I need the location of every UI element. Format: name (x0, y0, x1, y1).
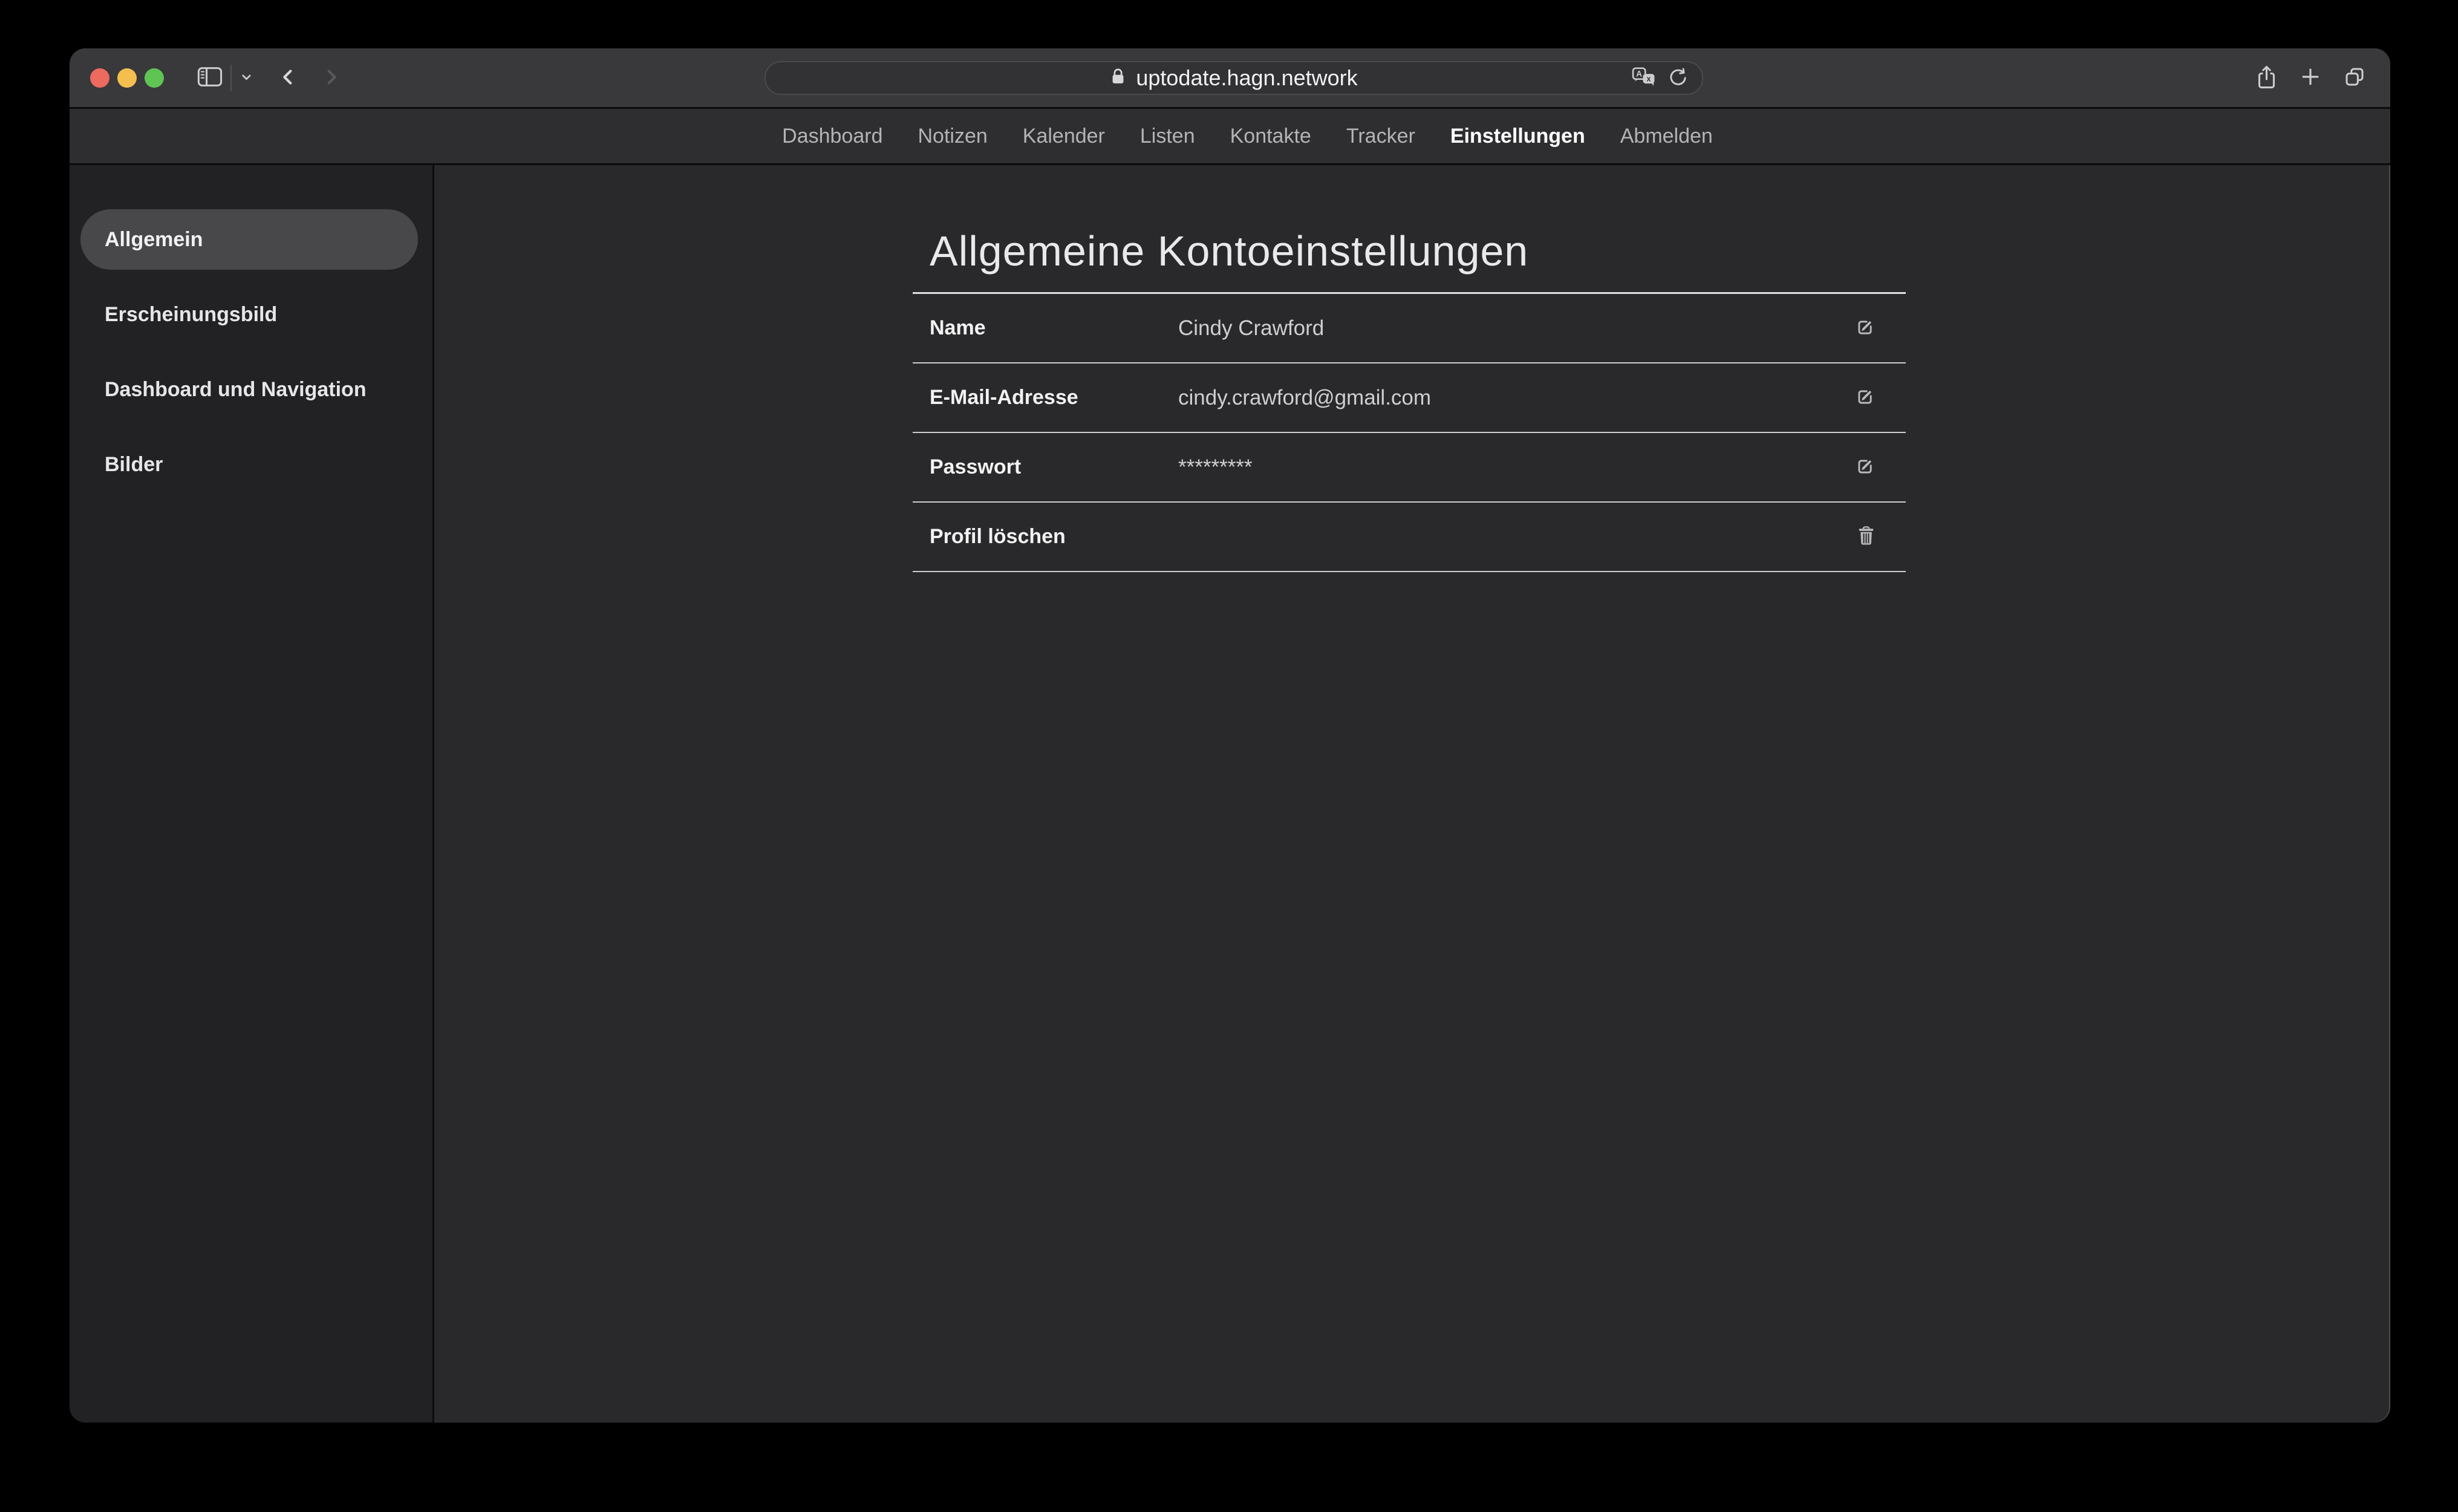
nav-item[interactable]: Tracker (1346, 125, 1415, 148)
zoom-button[interactable] (145, 68, 164, 88)
sidebar-item[interactable]: Dashboard und Navigation (80, 359, 418, 420)
trash-icon (1857, 526, 1876, 548)
row-label: Passwort (913, 455, 1178, 479)
back-icon (277, 66, 299, 90)
minimize-button[interactable] (117, 68, 137, 88)
toolbar-divider (230, 65, 232, 91)
address-bar-actions: A x (1631, 62, 1689, 94)
edit-button[interactable] (1854, 456, 1876, 479)
nav-item[interactable]: Kontakte (1230, 125, 1311, 148)
back-button[interactable] (277, 66, 299, 90)
plus-icon (2299, 65, 2322, 90)
svg-text:A: A (1636, 70, 1642, 79)
row-label: Profil löschen (913, 525, 1178, 549)
close-button[interactable] (90, 68, 109, 88)
new-tab-button[interactable] (2299, 65, 2322, 90)
forward-button[interactable] (320, 66, 342, 90)
page-title: Allgemeine Kontoeinstellungen (930, 226, 2390, 276)
settings-main: Allgemeine Kontoeinstellungen Name Cindy… (434, 165, 2390, 1422)
delete-button[interactable] (1857, 526, 1876, 548)
browser-toolbar: uptodate.hagn.network A x (70, 48, 2390, 109)
share-button[interactable] (2254, 64, 2279, 93)
url-text: uptodate.hagn.network (1136, 65, 1357, 91)
edit-button[interactable] (1854, 317, 1876, 340)
edit-icon (1854, 386, 1876, 409)
settings-table: Name Cindy Crawford (913, 292, 1906, 572)
nav-item[interactable]: Abmelden (1620, 125, 1713, 148)
settings-row: Profil löschen (913, 503, 1906, 572)
chevron-down-icon (239, 70, 254, 86)
sidebar-item[interactable]: Erscheinungsbild (80, 284, 418, 345)
tab-overview-icon (2342, 65, 2367, 91)
sidebar-toggle-icon (197, 65, 223, 90)
share-icon (2254, 64, 2279, 93)
row-label: Name (913, 316, 1178, 340)
row-value: cindy.crawford@gmail.com (1178, 386, 1854, 410)
tab-overview-button[interactable] (2342, 65, 2367, 91)
row-label: E-Mail-Adresse (913, 386, 1178, 409)
page-content: Allgemein Erscheinungsbild Dashboard und… (70, 165, 2390, 1422)
row-value: ********* (1178, 455, 1854, 480)
sidebar-toggle-button[interactable] (197, 65, 223, 90)
nav-item[interactable]: Notizen (918, 125, 987, 148)
row-value: Cindy Crawford (1178, 316, 1854, 341)
sidebar-item[interactable]: Bilder (80, 434, 418, 495)
sidebar-chevron-button[interactable] (239, 70, 254, 86)
reload-icon (1667, 67, 1689, 90)
edit-icon (1854, 456, 1876, 479)
site-navbar: Dashboard Notizen Kalender Listen Kontak… (70, 109, 2390, 165)
window-controls (90, 68, 164, 88)
settings-row: Passwort ********* (913, 433, 1906, 503)
settings-row: E-Mail-Adresse cindy.crawford@gmail.com (913, 363, 1906, 433)
edit-icon (1854, 317, 1876, 340)
reload-button[interactable] (1667, 67, 1689, 90)
settings-sidebar: Allgemein Erscheinungsbild Dashboard und… (70, 165, 434, 1422)
nav-item[interactable]: Listen (1140, 125, 1195, 148)
translate-icon: A x (1631, 66, 1657, 90)
forward-icon (320, 66, 342, 90)
nav-item[interactable]: Dashboard (782, 125, 882, 148)
settings-row: Name Cindy Crawford (913, 294, 1906, 363)
lock-icon (1110, 67, 1126, 90)
address-bar[interactable]: uptodate.hagn.network A x (764, 61, 1703, 95)
nav-item[interactable]: Einstellungen (1450, 125, 1585, 148)
sidebar-item[interactable]: Allgemein (80, 209, 418, 270)
toolbar-right-actions (2254, 48, 2367, 107)
svg-text:x: x (1646, 74, 1651, 83)
desktop-background: { "theme": { "window_bg": "#29292b", "to… (0, 0, 2458, 1512)
browser-window: uptodate.hagn.network A x (70, 48, 2390, 1422)
nav-item[interactable]: Kalender (1023, 125, 1105, 148)
edit-button[interactable] (1854, 386, 1876, 409)
translate-button[interactable]: A x (1631, 66, 1657, 90)
